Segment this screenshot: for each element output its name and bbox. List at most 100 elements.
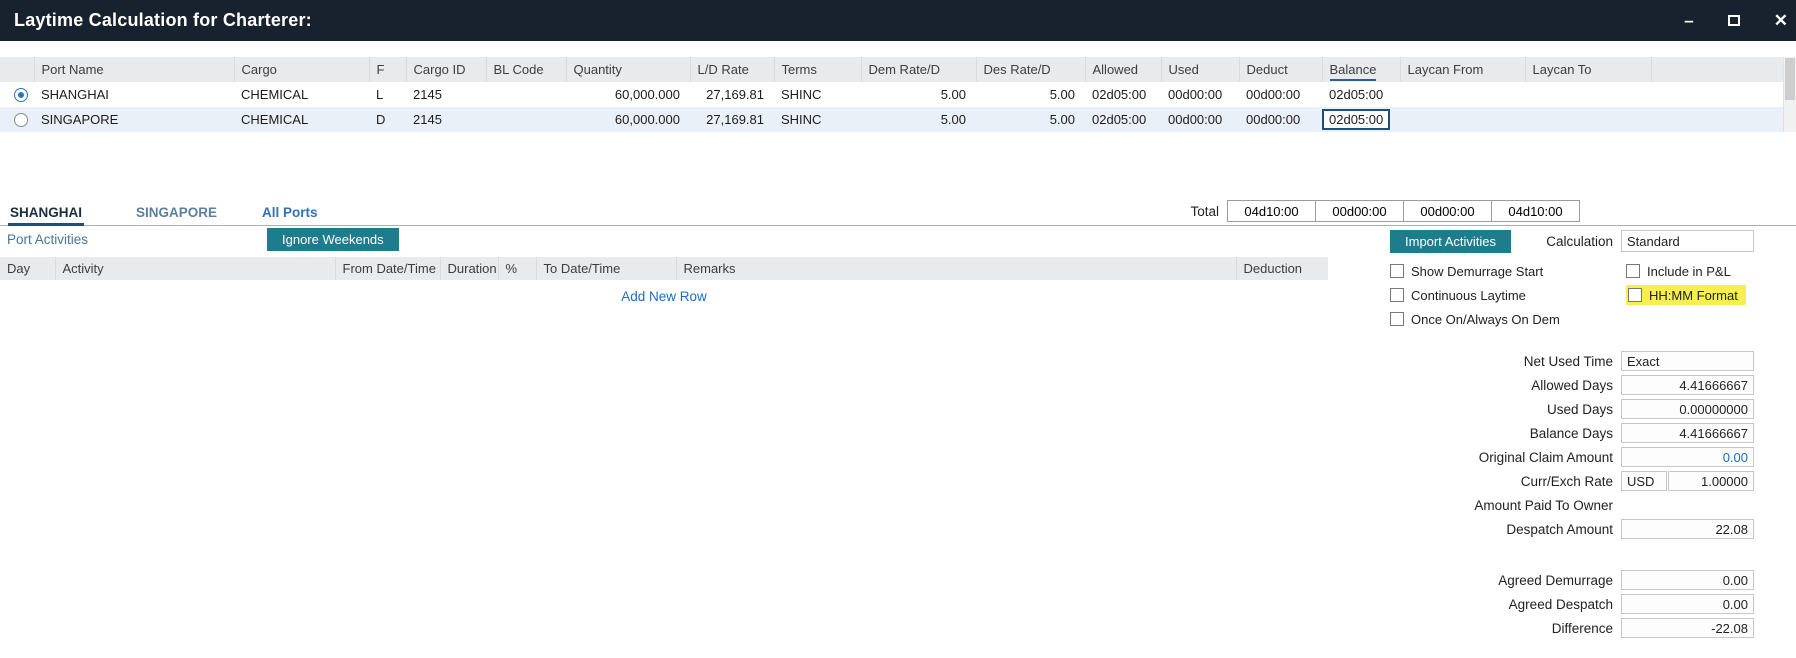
field-label: Curr/Exch Rate (1382, 474, 1613, 489)
col-header-f[interactable]: F (369, 57, 406, 82)
minimize-icon[interactable]: – (1684, 12, 1693, 29)
checkbox-icon[interactable] (1626, 264, 1640, 278)
vertical-scrollbar[interactable] (1783, 57, 1796, 132)
total-balance: 04d10:00 (1491, 200, 1580, 222)
cell-terms: SHINC (774, 107, 861, 132)
cell-dem-rate: 5.00 (861, 107, 976, 132)
col-header-allowed[interactable]: Allowed (1085, 57, 1161, 82)
agreed-demurrage-input[interactable]: 0.00 (1621, 570, 1754, 590)
original-claim-amount-input[interactable]: 0.00 (1621, 447, 1754, 467)
cell-allowed: 02d05:00 (1085, 107, 1161, 132)
laytime-calculation-window: Laytime Calculation for Charterer: – ✕ P… (0, 0, 1796, 658)
tab-all-ports[interactable]: All Ports (260, 205, 320, 226)
close-icon[interactable]: ✕ (1774, 12, 1788, 29)
cell-ld-rate: 27,169.81 (690, 107, 774, 132)
checkbox-hhmm-format[interactable]: HH:MM Format (1626, 285, 1746, 305)
cell-quantity[interactable]: 60,000.000 (566, 82, 690, 107)
checkbox-icon[interactable] (1628, 288, 1642, 302)
field-allowed-days: Allowed Days 4.41666667 (1382, 373, 1754, 397)
col-header-from-datetime[interactable]: From Date/Time (335, 257, 440, 280)
total-deduct: 00d00:00 (1403, 200, 1492, 222)
calculation-label: Calculation (1546, 234, 1613, 249)
col-header-day[interactable]: Day (0, 257, 55, 280)
col-header-terms[interactable]: Terms (774, 57, 861, 82)
port-activities-label: Port Activities (7, 232, 88, 247)
add-new-row-link[interactable]: Add New Row (0, 289, 1328, 304)
col-header-port-name[interactable]: Port Name (34, 57, 234, 82)
field-label: Amount Paid To Owner (1382, 498, 1613, 513)
checkbox-include-in-pnl[interactable]: Include in P&L (1626, 259, 1746, 283)
field-net-used-time: Net Used Time Exact (1382, 349, 1754, 373)
cell-terms: SHINC (774, 82, 861, 107)
cell-cargo: CHEMICAL (234, 107, 369, 132)
cell-f: L (369, 82, 406, 107)
port-select-radio[interactable] (14, 113, 28, 127)
col-header-laycan-to[interactable]: Laycan To (1525, 57, 1651, 82)
field-balance-days: Balance Days 4.41666667 (1382, 421, 1754, 445)
col-header-percent[interactable]: % (498, 257, 536, 280)
radio-column-header (0, 57, 34, 82)
col-header-laycan-from[interactable]: Laycan From (1400, 57, 1525, 82)
col-header-duration[interactable]: Duration (440, 257, 498, 280)
maximize-icon[interactable] (1728, 12, 1740, 29)
filler-cell (1651, 107, 1783, 132)
totals-row: Total 04d10:00 00d00:00 00d00:00 04d10:0… (1190, 200, 1580, 222)
field-used-days: Used Days 0.00000000 (1382, 397, 1754, 421)
col-header-balance[interactable]: Balance (1322, 57, 1400, 82)
col-header-bl-code[interactable]: BL Code (486, 57, 566, 82)
field-label: Allowed Days (1382, 378, 1613, 393)
col-header-dem-rate[interactable]: Dem Rate/D (861, 57, 976, 82)
ignore-weekends-button[interactable]: Ignore Weekends (267, 228, 399, 251)
agreed-despatch-input[interactable]: 0.00 (1621, 594, 1754, 614)
col-header-to-datetime[interactable]: To Date/Time (536, 257, 676, 280)
field-label: Agreed Despatch (1382, 597, 1613, 612)
field-label: Original Claim Amount (1382, 450, 1613, 465)
col-header-remarks[interactable]: Remarks (676, 257, 1236, 280)
cell-f: D (369, 107, 406, 132)
checkbox-icon[interactable] (1390, 288, 1404, 302)
exchange-rate-input[interactable]: 1.00000 (1668, 471, 1754, 491)
import-activities-button[interactable]: Import Activities (1390, 230, 1511, 253)
checkbox-continuous-laytime[interactable]: Continuous Laytime (1390, 283, 1560, 307)
tab-singapore[interactable]: SINGAPORE (134, 205, 219, 226)
col-header-quantity[interactable]: Quantity (566, 57, 690, 82)
filler-column-header (1651, 57, 1783, 82)
currency-select[interactable]: USD (1621, 471, 1667, 491)
cell-balance: 02d05:00 (1322, 82, 1400, 107)
port-select-radio[interactable] (14, 88, 28, 102)
checkbox-once-on-always-on-dem[interactable]: Once On/Always On Dem (1390, 307, 1560, 331)
activities-table: Day Activity From Date/Time Duration % T… (0, 257, 1328, 280)
filler-cell (1651, 82, 1783, 107)
col-header-used[interactable]: Used (1161, 57, 1239, 82)
col-header-cargo-id[interactable]: Cargo ID (406, 57, 486, 82)
cell-balance: 02d05:00 (1322, 107, 1400, 132)
field-label: Agreed Demurrage (1382, 573, 1613, 588)
checkbox-show-demurrage-start[interactable]: Show Demurrage Start (1390, 259, 1560, 283)
cell-deduct: 00d00:00 (1239, 82, 1322, 107)
cell-cargo: CHEMICAL (234, 82, 369, 107)
cell-quantity[interactable]: 60,000.000 (566, 107, 690, 132)
col-header-activity[interactable]: Activity (55, 257, 335, 280)
total-used: 00d00:00 (1315, 200, 1404, 222)
calculation-select[interactable]: Standard (1621, 230, 1754, 252)
radio-cell (0, 107, 34, 132)
field-agreed-demurrage: Agreed Demurrage 0.00 (1382, 568, 1754, 592)
col-header-cargo[interactable]: Cargo (234, 57, 369, 82)
field-original-claim-amount: Original Claim Amount 0.00 (1382, 445, 1754, 469)
col-header-ld-rate[interactable]: L/D Rate (690, 57, 774, 82)
despatch-amount-value: 22.08 (1621, 519, 1754, 539)
cell-des-rate: 5.00 (976, 107, 1085, 132)
net-used-time-select[interactable]: Exact (1621, 351, 1754, 371)
tab-shanghai[interactable]: SHANGHAI (8, 205, 84, 226)
ports-table: Port Name Cargo F Cargo ID BL Code Quant… (0, 57, 1783, 132)
col-header-deduction[interactable]: Deduction (1236, 257, 1328, 280)
checkbox-icon[interactable] (1390, 264, 1404, 278)
scrollbar-thumb[interactable] (1785, 58, 1795, 100)
field-label: Balance Days (1382, 426, 1613, 441)
col-header-deduct[interactable]: Deduct (1239, 57, 1322, 82)
port-row-shanghai[interactable]: SHANGHAI CHEMICAL L 2145 60,000.000 27,1… (0, 82, 1783, 107)
checkbox-icon[interactable] (1390, 312, 1404, 326)
port-row-singapore[interactable]: SINGAPORE CHEMICAL D 2145 60,000.000 27,… (0, 107, 1783, 132)
focused-balance-cell[interactable]: 02d05:00 (1322, 109, 1390, 130)
col-header-des-rate[interactable]: Des Rate/D (976, 57, 1085, 82)
